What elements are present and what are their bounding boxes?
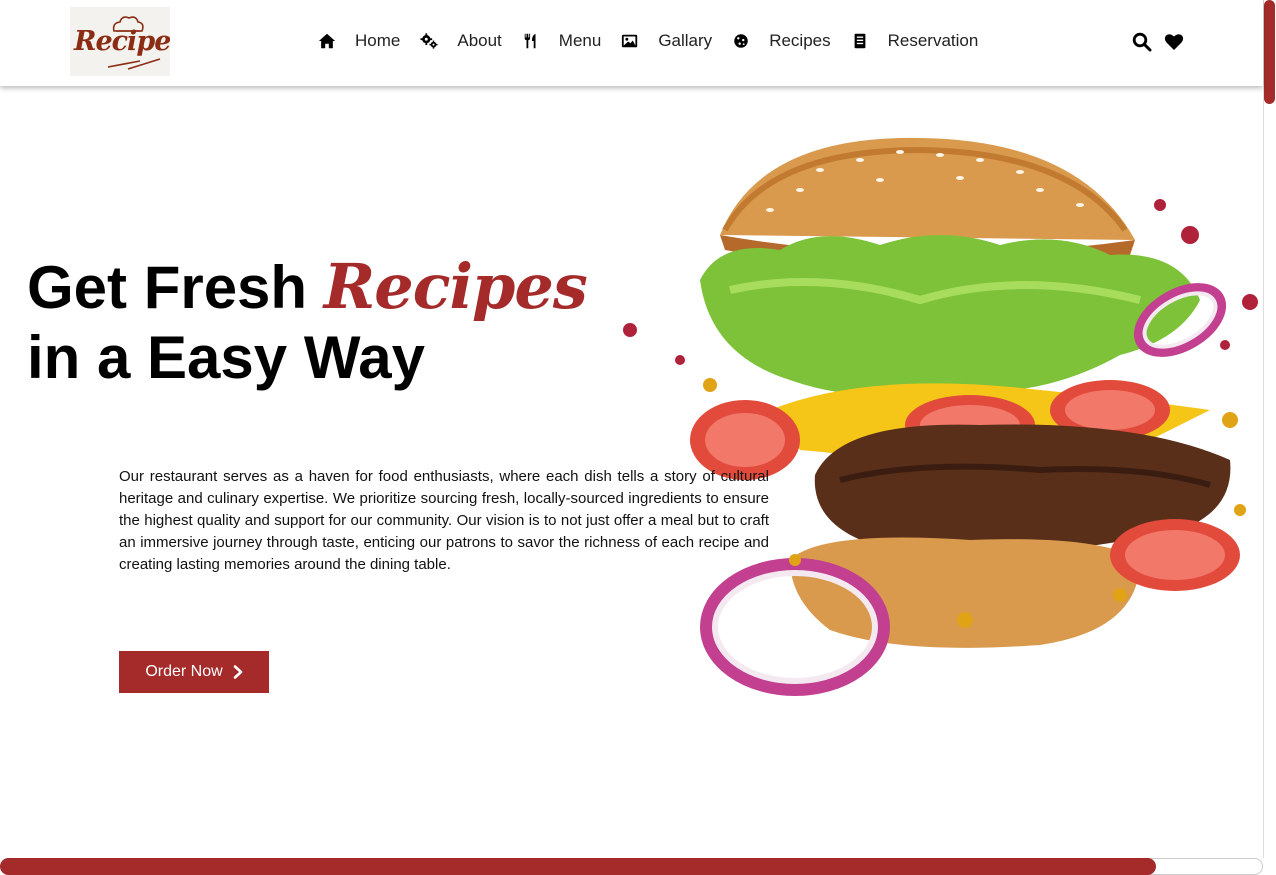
- clipboard-icon: [850, 32, 870, 50]
- chevron-right-icon: [233, 665, 243, 679]
- hero-description: Our restaurant serves as a haven for foo…: [119, 468, 769, 573]
- brand-logo[interactable]: Recipes: [70, 7, 170, 76]
- burger-image: [623, 137, 1258, 696]
- nav-item-home[interactable]: Home: [317, 31, 400, 51]
- hero-title-line2: in a Easy Way: [27, 324, 425, 391]
- vertical-scrollbar-thumb[interactable]: [1264, 0, 1275, 104]
- nav-item-recipes[interactable]: Recipes: [731, 31, 831, 51]
- nav-label-home: Home: [355, 31, 401, 50]
- nav-item-reservation[interactable]: Reservation: [850, 31, 979, 51]
- heart-icon[interactable]: [1164, 32, 1184, 52]
- nav-label-recipes: Recipes: [769, 31, 831, 50]
- nav-item-gallery[interactable]: Gallary: [620, 31, 712, 51]
- site-header: Recipes Home About: [0, 0, 1263, 86]
- order-now-label: Order Now: [145, 663, 223, 680]
- cookie-icon: [731, 32, 751, 50]
- home-icon: [317, 32, 337, 50]
- search-icon[interactable]: [1132, 32, 1152, 52]
- nav-label-menu: Menu: [558, 31, 602, 50]
- hero-title-accent: Recipes: [323, 250, 588, 323]
- header-actions: [1132, 32, 1196, 52]
- nav-label-reservation: Reservation: [887, 31, 979, 50]
- order-now-button[interactable]: Order Now: [119, 651, 269, 693]
- main-nav: Home About Menu Gallary Recipes Reservat…: [317, 30, 997, 52]
- nav-label-gallery: Gallary: [658, 31, 713, 50]
- gears-icon: [419, 32, 439, 50]
- hero-title-part1: Get Fresh: [27, 254, 324, 321]
- image-icon: [620, 32, 640, 50]
- nav-label-about: About: [457, 31, 502, 50]
- hero-title: Get Fresh Recipes in a Easy Way: [27, 250, 588, 393]
- utensils-icon: [521, 32, 541, 50]
- nav-item-menu[interactable]: Menu: [521, 31, 602, 51]
- nav-item-about[interactable]: About: [419, 31, 502, 51]
- horizontal-scrollbar-thumb[interactable]: [0, 858, 1156, 875]
- logo-text: Recipes: [74, 26, 170, 57]
